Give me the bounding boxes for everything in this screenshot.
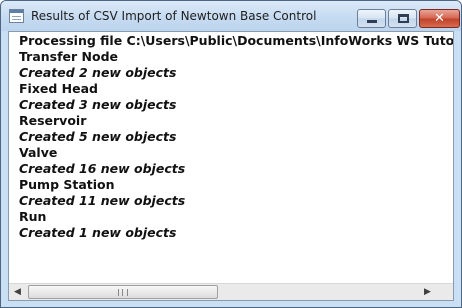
import-results-window: Results of CSV Import of Newtown Base Co…: [0, 0, 462, 308]
results-log-pane[interactable]: Processing file C:\Users\Public\Document…: [8, 31, 454, 301]
log-line-object-type: Valve: [19, 145, 58, 160]
scroll-left-button[interactable]: ◀: [9, 284, 26, 300]
app-icon-line: [12, 19, 21, 20]
results-log: Processing file C:\Users\Public\Document…: [19, 33, 454, 241]
close-icon: ✕: [434, 11, 445, 26]
scroll-thumb[interactable]: [28, 285, 218, 299]
minimize-icon: [367, 20, 377, 23]
maximize-icon: [398, 14, 409, 23]
log-line-created-count: Created 16 new objects: [19, 161, 186, 176]
log-line-object-type: Run: [19, 209, 47, 224]
scroll-right-button[interactable]: ▶: [419, 284, 436, 300]
minimize-button[interactable]: [357, 9, 386, 28]
log-line-created-count: Created 2 new objects: [19, 65, 177, 80]
log-line-created-count: Created 11 new objects: [19, 193, 186, 208]
close-button[interactable]: ✕: [419, 9, 460, 28]
log-line-created-count: Created 5 new objects: [19, 129, 177, 144]
log-line-object-type: Fixed Head: [19, 81, 98, 96]
log-line-created-count: Created 1 new objects: [19, 225, 177, 240]
title-bar[interactable]: Results of CSV Import of Newtown Base Co…: [1, 1, 461, 31]
horizontal-scrollbar[interactable]: ◀ ▶: [9, 283, 453, 300]
grip-icon: [118, 289, 128, 296]
app-icon-bar: [10, 10, 23, 13]
log-line-object-type: Transfer Node: [19, 49, 118, 64]
log-line-object-type: Pump Station: [19, 177, 115, 192]
log-line-processing-file: Processing file C:\Users\Public\Document…: [19, 33, 454, 48]
maximize-button[interactable]: [388, 9, 417, 28]
log-line-object-type: Reservoir: [19, 113, 87, 128]
app-icon[interactable]: [9, 9, 24, 23]
window-title: Results of CSV Import of Newtown Base Co…: [31, 9, 317, 23]
size-grip[interactable]: [436, 284, 453, 300]
log-line-created-count: Created 3 new objects: [19, 97, 177, 112]
app-icon-line: [12, 16, 21, 17]
